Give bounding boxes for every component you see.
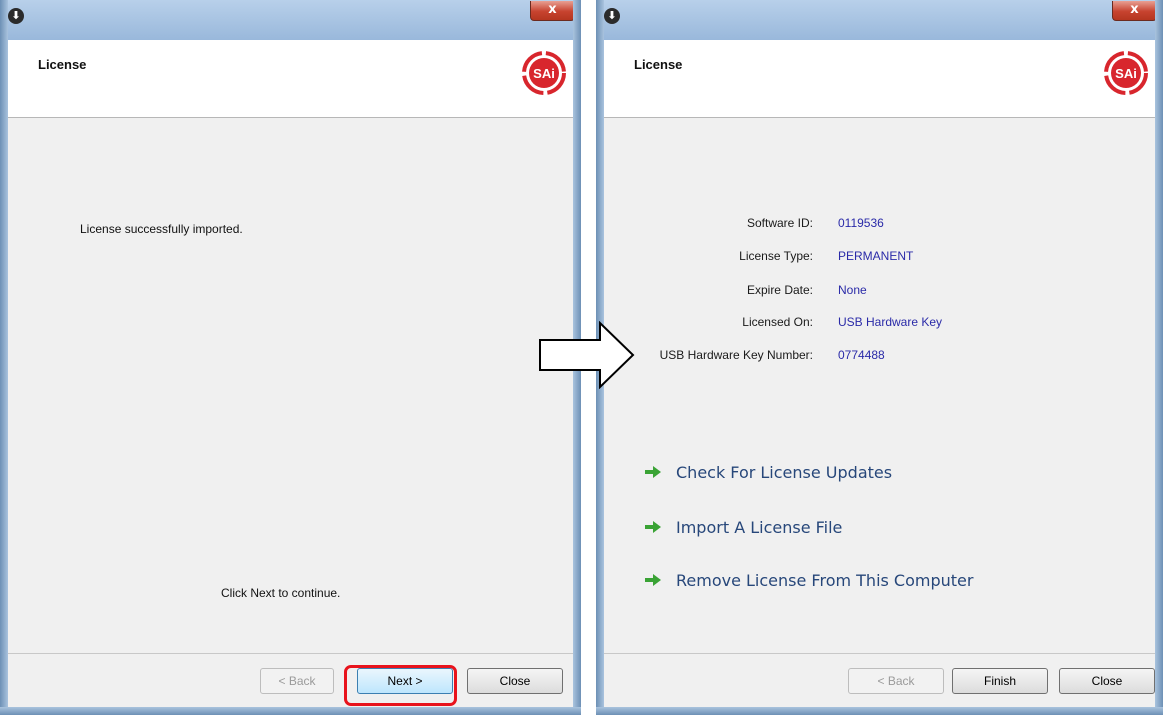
- dialog-header: License SAi: [604, 40, 1155, 118]
- close-button[interactable]: Close: [467, 668, 563, 694]
- licensed-on-value: USB Hardware Key: [838, 315, 943, 329]
- continue-instruction: Click Next to continue.: [221, 586, 341, 600]
- next-button-highlight: [344, 665, 457, 706]
- window-close-button[interactable]: x: [1112, 1, 1157, 21]
- sai-logo: SAi: [522, 51, 566, 95]
- back-button[interactable]: < Back: [848, 668, 944, 694]
- hardware-key-number-value: 0774488: [838, 348, 885, 362]
- hardware-key-number-label: USB Hardware Key Number:: [659, 348, 813, 362]
- app-icon: ⬇: [604, 8, 620, 24]
- import-license-file-link[interactable]: Import A License File: [644, 515, 842, 539]
- window-frame: [1155, 0, 1163, 715]
- license-dialog-left: ⬇ x License SAi License successfully imp…: [0, 0, 581, 715]
- finish-button[interactable]: Finish: [952, 668, 1048, 694]
- title-bar[interactable]: ⬇ x: [596, 0, 1163, 40]
- dialog-header: License SAi: [8, 40, 573, 118]
- green-arrow-icon: [645, 574, 661, 586]
- action-label: Remove License From This Computer: [676, 570, 974, 590]
- logo-text: SAi: [533, 66, 555, 81]
- close-button[interactable]: Close: [1059, 668, 1155, 694]
- green-arrow-icon: [645, 521, 661, 533]
- button-bar: < Back Next > Close: [8, 653, 573, 707]
- import-success-message: License successfully imported.: [80, 222, 243, 236]
- window-frame: [596, 707, 1163, 715]
- logo-text: SAi: [1115, 66, 1137, 81]
- title-bar[interactable]: ⬇ x: [0, 0, 581, 40]
- license-type-label: License Type:: [739, 249, 813, 263]
- green-arrow-icon: [645, 466, 661, 478]
- back-button[interactable]: < Back: [260, 668, 334, 694]
- dialog-content: Software ID: 0119536 License Type: PERMA…: [604, 119, 1155, 653]
- expire-date-value: None: [838, 283, 867, 297]
- expire-date-label: Expire Date:: [746, 283, 813, 297]
- action-label: Import A License File: [676, 517, 843, 537]
- sai-logo: SAi: [1104, 51, 1148, 95]
- page-title: License: [38, 57, 87, 72]
- software-id-value: 0119536: [838, 216, 884, 230]
- button-bar: < Back Finish Close: [604, 653, 1155, 707]
- check-license-updates-link[interactable]: Check For License Updates: [644, 460, 892, 484]
- software-id-label: Software ID:: [746, 216, 813, 230]
- window-frame: [0, 0, 8, 715]
- window-frame: [0, 707, 581, 715]
- license-type-value: PERMANENT: [838, 249, 914, 263]
- licensed-on-label: Licensed On:: [742, 315, 813, 329]
- remove-license-link[interactable]: Remove License From This Computer: [644, 568, 973, 592]
- right-arrow-icon: [539, 321, 635, 389]
- dialog-content: License successfully imported. Click Nex…: [8, 119, 573, 653]
- license-dialog-right: ⬇ x License SAi Software ID: 0119536 Lic…: [596, 0, 1163, 715]
- window-close-button[interactable]: x: [530, 1, 575, 21]
- app-icon: ⬇: [8, 8, 24, 24]
- action-label: Check For License Updates: [676, 462, 893, 482]
- page-title: License: [634, 57, 683, 72]
